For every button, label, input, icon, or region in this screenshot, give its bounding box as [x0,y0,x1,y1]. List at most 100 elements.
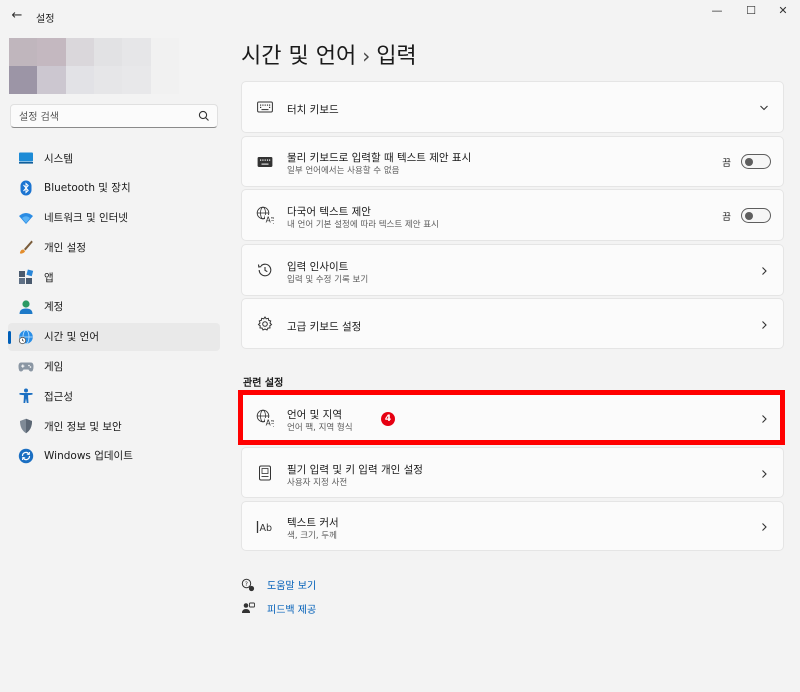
svg-text:A字: A字 [266,215,274,224]
help-link-label[interactable]: 도움말 보기 [267,577,316,592]
feedback-link[interactable]: 피드백 제공 [241,601,316,616]
card-title: 물리 키보드로 입력할 때 텍스트 제안 표시 [287,152,472,164]
avatar-tile [37,38,66,66]
chevron-right-icon[interactable] [759,469,769,479]
svg-text:A字: A字 [266,418,274,427]
breadcrumb-parent[interactable]: 시간 및 언어 [241,44,356,69]
sidebar-item-label: Windows 업데이트 [44,450,133,463]
card-subtitle: 입력 및 수정 기록 보기 [287,275,369,285]
sidebar-item-personalization[interactable]: 개인 설정 [8,233,220,261]
card-subtitle: 색, 크기, 두께 [287,531,337,541]
title-bar: ← 설정 — ☐ ✕ [0,0,800,32]
chevron-down-icon[interactable] [759,103,769,113]
sidebar-item-accessibility[interactable]: 접근성 [8,382,220,410]
dictionary-icon [256,464,274,482]
maximize-button[interactable]: ☐ [740,4,762,18]
close-button[interactable]: ✕ [772,4,794,18]
sidebar-item-label: 시스템 [44,152,73,165]
gear-icon [256,315,274,333]
toggle-state-label: 끔 [722,157,731,169]
chevron-right-icon[interactable] [759,414,769,424]
card-title: 고급 키보드 설정 [287,321,362,333]
toggle-group: 끔 [722,154,771,169]
sidebar-item-label: 시간 및 언어 [44,331,99,344]
touch-keyboard-card[interactable]: 터치 키보드 [241,81,784,133]
svg-text:Ab: Ab [260,523,273,534]
card-subtitle: 사용자 지정 사전 [287,478,348,488]
language-icon: A字 [256,206,274,224]
avatar-tile [65,66,94,94]
chevron-right-icon[interactable] [759,266,769,276]
language-region-card[interactable]: A字 언어 및 지역 언어 팩, 지역 형식 [241,392,784,444]
chevron-right-icon[interactable] [759,522,769,532]
avatar-tile [122,38,151,66]
avatar-tile [37,66,66,94]
text-suggestions-toggle[interactable] [741,154,771,169]
help-icon: ? [241,578,255,592]
card-title: 다국어 텍스트 제안 [287,206,371,218]
sidebar-item-accounts[interactable]: 계정 [8,293,220,321]
bluetooth-icon [18,180,34,196]
toggle-group: 끔 [722,208,771,223]
avatar-tile [150,66,179,94]
avatar-tile [9,38,38,66]
keyboard-icon [256,98,274,116]
help-link[interactable]: ? 도움말 보기 [241,577,316,592]
step-badge: 4 [381,412,395,426]
sidebar-item-label: 게임 [44,361,64,374]
related-settings-header: 관련 설정 [243,378,284,389]
card-title: 터치 키보드 [287,104,339,116]
avatar[interactable] [9,38,179,94]
pen-input-personalization-card[interactable]: 필기 입력 및 키 입력 개인 설정 사용자 지정 사전 [241,447,784,498]
avatar-tile [150,38,179,66]
keyboard-icon [256,153,274,171]
multilingual-suggestions-toggle[interactable] [741,208,771,223]
multilingual-suggestions-card: A字 다국어 텍스트 제안 내 언어 기본 설정에 따라 텍스트 제안 표시 끔 [241,189,784,241]
search-box[interactable] [10,104,218,129]
sidebar-item-apps[interactable]: 앱 [8,263,220,291]
paintbrush-icon [18,239,34,255]
sidebar-item-system[interactable]: 시스템 [8,144,220,172]
card-title: 필기 입력 및 키 입력 개인 설정 [287,464,423,476]
feedback-link-label[interactable]: 피드백 제공 [267,601,316,616]
apps-icon [18,269,34,285]
svg-text:?: ? [245,580,248,587]
chevron-right-icon[interactable] [759,320,769,330]
app-title: 설정 [36,14,55,25]
typing-insights-card[interactable]: 입력 인사이트 입력 및 수정 기록 보기 [241,244,784,296]
sidebar-item-privacy[interactable]: 개인 정보 및 보안 [8,412,220,440]
update-icon [18,448,34,464]
person-icon [18,299,34,315]
avatar-tile [65,38,94,66]
language-icon: A字 [256,409,274,427]
hardware-keyboard-suggestions-card: 물리 키보드로 입력할 때 텍스트 제안 표시 일부 언어에서는 사용할 수 없… [241,136,784,187]
text-cursor-card[interactable]: Ab 텍스트 커서 색, 크기, 두께 [241,501,784,551]
search-input[interactable] [11,106,191,129]
sidebar-item-label: 앱 [44,271,54,284]
card-subtitle: 내 언어 기본 설정에 따라 텍스트 제안 표시 [287,220,439,230]
sidebar-item-gaming[interactable]: 게임 [8,353,220,381]
card-subtitle: 일부 언어에서는 사용할 수 없음 [287,166,400,176]
sidebar-item-windows-update[interactable]: Windows 업데이트 [8,442,220,470]
avatar-tile [122,66,151,94]
card-title: 입력 인사이트 [287,261,349,273]
breadcrumb-separator: › [362,44,371,68]
card-title: 텍스트 커서 [287,517,339,529]
shield-icon [18,418,34,434]
sidebar-item-label: 개인 설정 [44,241,86,254]
history-icon [256,261,274,279]
back-button[interactable]: ← [8,8,26,24]
search-icon[interactable] [197,109,211,123]
minimize-button[interactable]: — [706,4,728,18]
avatar-tile [94,38,123,66]
breadcrumb: 시간 및 언어 › 입력 [241,38,417,70]
sidebar-item-label: Bluetooth 및 장치 [44,182,131,195]
sidebar-item-label: 개인 정보 및 보안 [44,420,122,433]
avatar-tile [94,66,123,94]
sidebar-item-bluetooth[interactable]: Bluetooth 및 장치 [8,174,220,202]
advanced-keyboard-settings-card[interactable]: 고급 키보드 설정 [241,298,784,349]
sidebar-item-time-language[interactable]: 시간 및 언어 [8,322,220,351]
sidebar-item-label: 계정 [44,301,64,314]
card-title: 언어 및 지역 [287,409,342,421]
sidebar-item-network[interactable]: 네트워크 및 인터넷 [8,204,220,232]
